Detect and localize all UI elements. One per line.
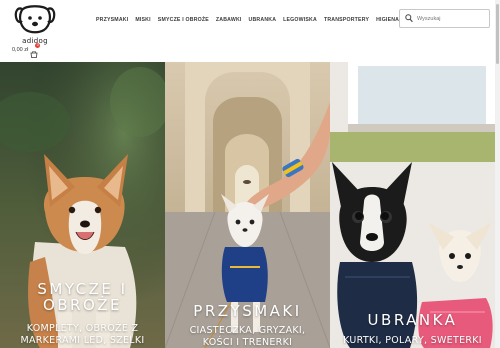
cart-total: 0,00 zł — [12, 47, 29, 53]
category-subtitle-line: KOMPLETY, OBROŻE Z — [26, 323, 139, 334]
category-subtitle-line: KOŚCI I TRENERKI — [202, 337, 293, 348]
category-title-line: OBROŻE — [42, 296, 123, 314]
nav-item-transportery[interactable]: TRANSPORTERY — [324, 17, 369, 23]
category-tiles: SMYCZE I OBROŻE KOMPLETY, OBROŻE Z MARKE… — [0, 62, 495, 348]
search-input[interactable] — [417, 13, 485, 24]
nav-item-legowiska[interactable]: LEGOWISKA — [283, 17, 317, 23]
category-title-line: UBRANKA — [367, 311, 458, 329]
category-subtitle: KOMPLETY, OBROŻE Z MARKERAMI LED, SZELKI — [0, 323, 165, 347]
cart-count-badge: 0 — [35, 43, 41, 48]
category-title-line: SMYCZE I — [37, 280, 128, 298]
site-header: adidog PRZYSMAKI MISKI SMYCZE I OBROŻE Z… — [0, 0, 500, 63]
category-title: SMYCZE I OBROŻE — [0, 281, 165, 313]
nav-item-zabawki[interactable]: ZABAWKI — [216, 17, 242, 23]
cart-widget[interactable]: 0,00 zł 0 — [12, 43, 41, 58]
category-subtitle: KURTKI, POLARY, SWETERKI — [330, 335, 495, 347]
dog-head-logo-icon[interactable] — [14, 3, 56, 35]
search-box — [399, 9, 490, 28]
main-nav: PRZYSMAKI MISKI SMYCZE I OBROŻE ZABAWKI … — [96, 15, 407, 25]
nav-item-ubranka[interactable]: UBRANKA — [249, 17, 277, 23]
cart-icon[interactable]: 0 — [30, 43, 41, 58]
nav-item-higiena-label: HIGIENA — [376, 17, 400, 23]
dogs-in-sweaters-photo — [330, 62, 495, 348]
category-title: PRZYSMAKI — [165, 303, 330, 319]
nav-item-miski[interactable]: MISKI — [135, 17, 150, 23]
category-subtitle-line: KURTKI, POLARY, SWETERKI — [343, 335, 482, 346]
category-subtitle-line: MARKERAMI LED, SZELKI — [20, 335, 145, 346]
category-tile-ubranka[interactable]: UBRANKA KURTKI, POLARY, SWETERKI — [330, 62, 495, 348]
search-icon[interactable] — [405, 14, 413, 23]
page-scrollbar[interactable] — [495, 0, 500, 348]
scrollbar-thumb[interactable] — [496, 4, 499, 64]
nav-item-smycze-i-obroze[interactable]: SMYCZE I OBROŻE — [158, 17, 209, 23]
nav-item-przysmaki[interactable]: PRZYSMAKI — [96, 17, 128, 23]
category-title-line: PRZYSMAKI — [193, 302, 302, 320]
category-tile-przysmaki[interactable]: PRZYSMAKI CIASTECZKA, GRYZAKI, KOŚCI I T… — [165, 62, 330, 348]
category-subtitle: CIASTECZKA, GRYZAKI, KOŚCI I TRENERKI — [165, 325, 330, 348]
category-title: UBRANKA — [330, 312, 495, 328]
category-subtitle-line: CIASTECZKA, GRYZAKI, — [189, 325, 306, 336]
category-tile-smycze-i-obroze[interactable]: SMYCZE I OBROŻE KOMPLETY, OBROŻE Z MARKE… — [0, 62, 165, 348]
